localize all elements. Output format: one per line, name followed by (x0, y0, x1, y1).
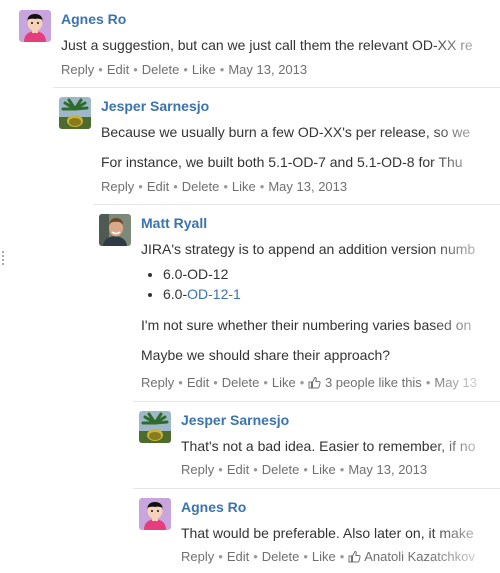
thumbs-up-icon (348, 550, 361, 567)
delete-link[interactable]: Delete (262, 462, 300, 477)
reply-link[interactable]: Reply (141, 375, 174, 390)
delete-link[interactable]: Delete (142, 62, 180, 77)
likes-summary[interactable]: 3 people like this (325, 375, 422, 390)
comment-jesper-sarnesjo-reply: Jesper Sarnesjo That's not a bad idea. E… (133, 401, 500, 479)
female-avatar-icon[interactable] (19, 10, 51, 42)
comment-author[interactable]: Matt Ryall (141, 214, 500, 232)
female-avatar-icon[interactable] (139, 498, 171, 530)
delete-link[interactable]: Delete (262, 549, 300, 564)
comment-text: For instance, we built both 5.1-OD-7 and… (101, 154, 463, 170)
like-link[interactable]: Like (272, 375, 296, 390)
comment-agnes-ro: Agnes Ro Just a suggestion, but can we j… (19, 10, 500, 80)
comment-date[interactable]: May 13, 2013 (348, 462, 427, 477)
delete-link[interactable]: Delete (182, 179, 220, 194)
comment-text: Because we usually burn a few OD-XX's pe… (101, 124, 471, 140)
comment-author[interactable]: Jesper Sarnesjo (101, 97, 500, 115)
comment-actions: Reply • Edit • Delete • Like • May 13, 2013 (61, 62, 308, 77)
comment-actions: Reply • Edit • Delete • Like • 3 people like th… (141, 375, 500, 393)
comment-text: That would be preferable. Also later on,… (181, 525, 474, 541)
comment-body: Agnes Ro Just a suggestion, but can we j… (61, 10, 500, 80)
comment-date[interactable]: May 13, 2013 (268, 179, 347, 194)
comment-date[interactable]: May 13 (434, 375, 477, 390)
comment-body: Matt Ryall JIRA's strategy is to append … (141, 214, 500, 394)
like-link[interactable]: Like (192, 62, 216, 77)
reply-link[interactable]: Reply (101, 179, 134, 194)
likes-summary[interactable]: Anatoli Kazatchkov (364, 549, 475, 564)
list-item: 6.0-OD-12-1 (163, 284, 500, 304)
reply-link[interactable]: Reply (181, 549, 214, 564)
comment-actions: Reply • Edit • Delete • Like • May 13, 2013 (101, 179, 348, 194)
comment-matt-ryall: Matt Ryall JIRA's strategy is to append … (93, 204, 500, 394)
comment-author[interactable]: Agnes Ro (181, 498, 500, 516)
comment-text: JIRA's strategy is to append an addition… (141, 241, 476, 257)
comment-author[interactable]: Jesper Sarnesjo (181, 411, 500, 429)
comment-author[interactable]: Agnes Ro (61, 10, 500, 28)
comment-divider (53, 87, 500, 88)
like-link[interactable]: Like (312, 462, 336, 477)
comment-text: That's not a bad idea. Easier to remembe… (181, 438, 476, 454)
like-link[interactable]: Like (232, 179, 256, 194)
comment-agnes-ro-reply: Agnes Ro That would be preferable. Also … (133, 488, 500, 568)
comment-body: Jesper Sarnesjo Because we usually burn … (101, 97, 500, 195)
reply-link[interactable]: Reply (181, 462, 214, 477)
version-list: 6.0-OD-12 6.0-OD-12-1 (141, 264, 500, 304)
like-link[interactable]: Like (312, 549, 336, 564)
comment-body: Agnes Ro That would be preferable. Also … (181, 498, 500, 568)
comment-divider (93, 204, 500, 205)
male-photo-avatar-icon[interactable] (99, 214, 131, 246)
comment-text: Maybe we should share their approach? (141, 347, 391, 363)
thumbs-up-icon (308, 376, 321, 393)
tree-avatar-icon[interactable] (139, 411, 171, 443)
comment-jesper-sarnesjo: Jesper Sarnesjo Because we usually burn … (53, 87, 500, 195)
edit-link[interactable]: Edit (227, 462, 249, 477)
edit-link[interactable]: Edit (187, 375, 209, 390)
edit-link[interactable]: Edit (107, 62, 129, 77)
list-item: 6.0-OD-12 (163, 264, 500, 284)
edit-link[interactable]: Edit (227, 549, 249, 564)
comment-text: I'm not sure whether their numbering var… (141, 317, 472, 333)
comment-actions: Reply • Edit • Delete • Like • May 13, 2013 (181, 462, 428, 477)
edit-link[interactable]: Edit (147, 179, 169, 194)
comment-text: Just a suggestion, but can we just call … (61, 37, 473, 53)
comment-actions: Reply • Edit • Delete • Like • Anatoli Kazatchk… (181, 549, 500, 567)
comment-divider (133, 488, 500, 489)
issue-link[interactable]: OD-12-1 (187, 286, 241, 302)
drag-handle-icon[interactable] (2, 251, 8, 267)
reply-link[interactable]: Reply (61, 62, 94, 77)
comment-date[interactable]: May 13, 2013 (228, 62, 307, 77)
comment-body: Jesper Sarnesjo That's not a bad idea. E… (181, 411, 500, 479)
tree-avatar-icon[interactable] (59, 97, 91, 129)
comment-divider (133, 401, 500, 402)
delete-link[interactable]: Delete (222, 375, 260, 390)
